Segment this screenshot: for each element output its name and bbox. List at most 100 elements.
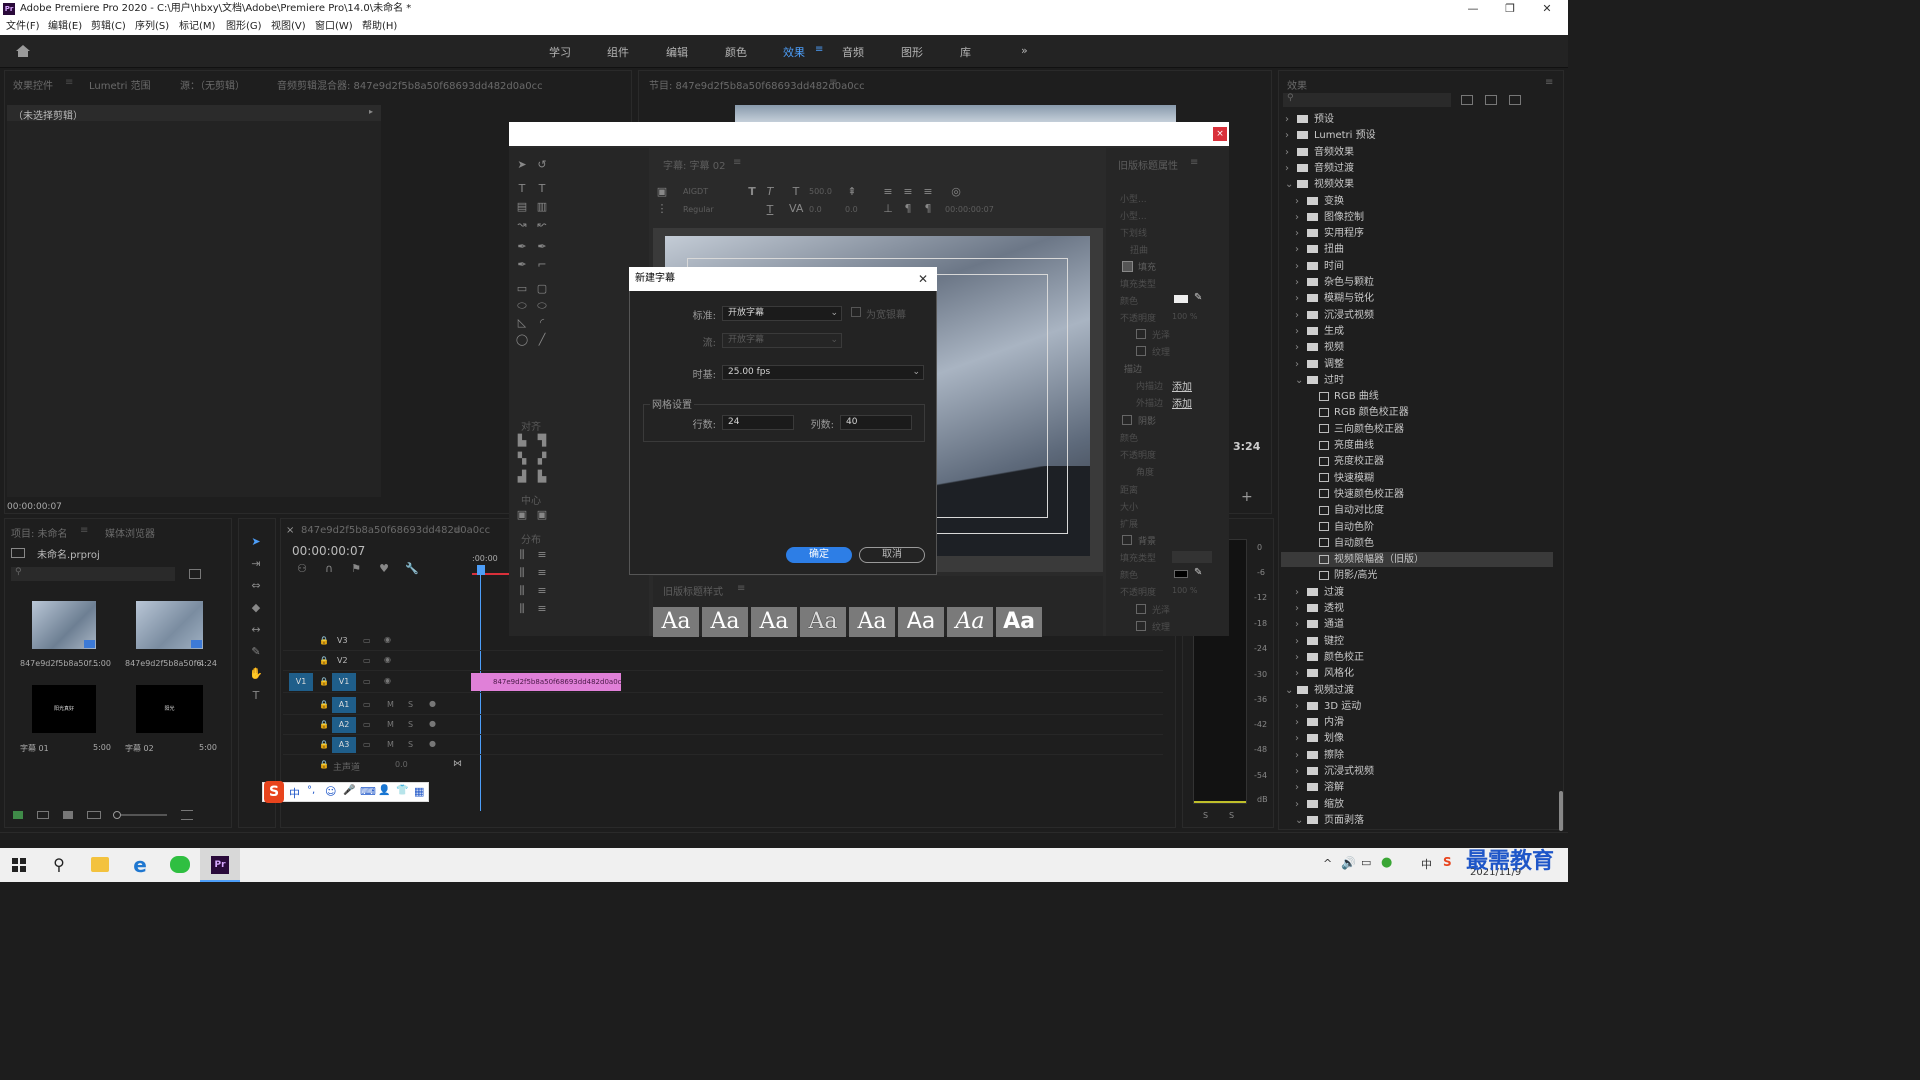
timebase-select[interactable]: 25.00 fps ⌄ [722,365,924,380]
type-tool-icon[interactable]: T [515,182,529,196]
eyedropper-icon[interactable]: ✎ [1194,567,1202,578]
eye-icon[interactable]: ◉ [384,655,391,664]
widescreen-checkbox[interactable] [851,307,861,317]
chevron-right-icon[interactable]: › [1295,341,1303,355]
add-outer-stroke-link[interactable]: 添加 [1172,395,1192,410]
ok-button[interactable]: 确定 [786,547,852,563]
lock-icon[interactable]: 🔒 [319,760,329,769]
style-swatch[interactable]: Aa [996,607,1042,637]
effect-folder[interactable]: ⌄ 视频过渡 [1285,684,1354,698]
tab-media-browser[interactable]: 媒体浏览器 [105,525,155,540]
track-select-tool-icon[interactable]: ⇥ [249,557,263,571]
mic-icon[interactable]: ● [429,719,436,728]
rounded-rect-tool-icon[interactable]: ▢ [535,282,549,296]
workspace-assembly[interactable]: 组件 [607,44,629,60]
timeline-clip[interactable]: 847e9d2f5b8a50f68693dd482d0a0cc.j [471,673,621,691]
sync-icon[interactable]: ▭ [363,720,371,729]
chevron-right-icon[interactable]: › [1285,113,1293,127]
effect-folder[interactable]: › 图像控制 [1295,211,1364,225]
chevron-down-icon[interactable]: ⌄ [1295,374,1303,388]
menu-edit[interactable]: 编辑(E) [48,18,82,35]
chevron-right-icon[interactable]: › [1285,129,1293,143]
close-tab-icon[interactable]: × [286,525,294,536]
taskbar-premiere-active[interactable]: Pr [200,848,240,882]
pen-tool-icon[interactable]: ✎ [249,645,263,659]
line-tool-icon[interactable]: ╱ [535,333,549,347]
align-hcenter-icon[interactable]: ▚ [515,452,529,466]
security-icon[interactable]: ● [1381,855,1392,870]
zoom-slider[interactable] [113,811,167,819]
background-checkbox[interactable] [1122,535,1132,545]
convert-anchor-tool-icon[interactable]: ⌐ [535,258,549,272]
accelerated-effects-icon[interactable] [1461,95,1473,105]
slip-tool-icon[interactable]: ↔ [249,623,263,637]
chevron-right-icon[interactable]: › [1295,586,1303,600]
leading-value[interactable]: 0.0 [845,205,858,214]
sync-icon[interactable]: ▭ [363,700,371,709]
edge-browser-icon[interactable]: e [127,853,153,877]
lock-icon[interactable]: 🔒 [319,720,329,729]
expand-arrow-icon[interactable]: ▸ [369,107,373,116]
type-tool-icon[interactable]: T [249,689,263,703]
solo-icon[interactable]: S [408,720,413,729]
kerning-value[interactable]: 0.0 [809,205,822,214]
style-swatch[interactable]: Aa [653,607,699,637]
style-swatch[interactable]: Aa [849,607,895,637]
center-v-icon[interactable]: ▣ [535,508,549,522]
path-type-tool-icon[interactable]: ↝ [515,218,529,232]
effect-folder[interactable]: › 音频效果 [1285,146,1354,160]
tray-chevron-icon[interactable]: ^ [1323,857,1332,870]
rows-input[interactable]: 24 [722,415,794,430]
effect-item[interactable]: 自动色阶 [1319,521,1374,535]
chevron-right-icon[interactable]: › [1295,243,1303,257]
chevron-right-icon[interactable]: › [1295,309,1303,323]
effect-folder[interactable]: › 生成 [1295,325,1344,339]
chevron-right-icon[interactable]: › [1295,700,1303,714]
align-left-icon[interactable]: ▙ [515,434,529,448]
menu-clip[interactable]: 剪辑(C) [91,18,126,35]
legacy-title-close-button[interactable]: × [1213,127,1227,141]
vertical-type-tool-icon[interactable]: T [535,182,549,196]
maximize-button[interactable]: ❐ [1495,0,1525,18]
effect-folder[interactable]: › 杂色与颗粒 [1295,276,1374,290]
ime-skin-icon[interactable]: 👕 [396,785,408,796]
tab-sequence[interactable]: 847e9d2f5b8a50f68693dd482d0a0cc [301,525,490,536]
effect-item[interactable]: 亮度校正器 [1319,455,1384,469]
lock-icon[interactable]: 🔒 [319,740,329,749]
effect-item[interactable]: 三向颜色校正器 [1319,423,1404,437]
menu-graphics[interactable]: 图形(G) [226,18,262,35]
mic-icon[interactable]: ● [429,739,436,748]
effect-folder[interactable]: › 过渡 [1295,586,1344,600]
chevron-right-icon[interactable]: › [1295,195,1303,209]
effect-item[interactable]: 快速模糊 [1319,472,1374,486]
file-explorer-icon[interactable] [91,857,109,872]
track-label[interactable]: V1 [332,673,356,691]
style-swatch[interactable]: Aa [751,607,797,637]
chevron-right-icon[interactable]: › [1295,765,1303,779]
distribute-3-icon[interactable]: ⫼ [515,566,529,580]
ime-keyboard-icon[interactable]: ⌨ [360,785,376,798]
effect-folder[interactable]: ⌄ 视频效果 [1285,178,1354,192]
cancel-button[interactable]: 取消 [859,547,925,563]
lock-icon[interactable] [13,811,23,819]
chevron-right-icon[interactable]: › [1295,602,1303,616]
bold-icon[interactable]: T [745,185,759,199]
add-anchor-tool-icon[interactable]: ✒ [535,240,549,254]
workspace-graphics[interactable]: 图形 [901,44,923,60]
rectangle-tool-icon[interactable]: ▭ [515,282,529,296]
align-bottom-icon[interactable]: ▙ [535,470,549,484]
chevron-right-icon[interactable]: › [1295,667,1303,681]
mute-icon[interactable]: M [387,740,394,749]
distribute-7-icon[interactable]: ⫼ [515,602,529,616]
lock-icon[interactable]: 🔒 [319,677,329,686]
effect-folder[interactable]: › 扭曲 [1295,243,1344,257]
chevron-right-icon[interactable]: › [1295,292,1303,306]
effect-folder[interactable]: › 预设 [1285,113,1334,127]
text-direction-icon[interactable]: ¶ [901,202,915,216]
distribute-6-icon[interactable]: ≡ [535,584,549,598]
eye-icon[interactable]: ◉ [384,635,391,644]
shadow-checkbox[interactable] [1122,415,1132,425]
chevron-right-icon[interactable]: › [1295,781,1303,795]
style-swatch[interactable]: Aa [702,607,748,637]
selection-tool-icon[interactable]: ➤ [515,158,529,172]
